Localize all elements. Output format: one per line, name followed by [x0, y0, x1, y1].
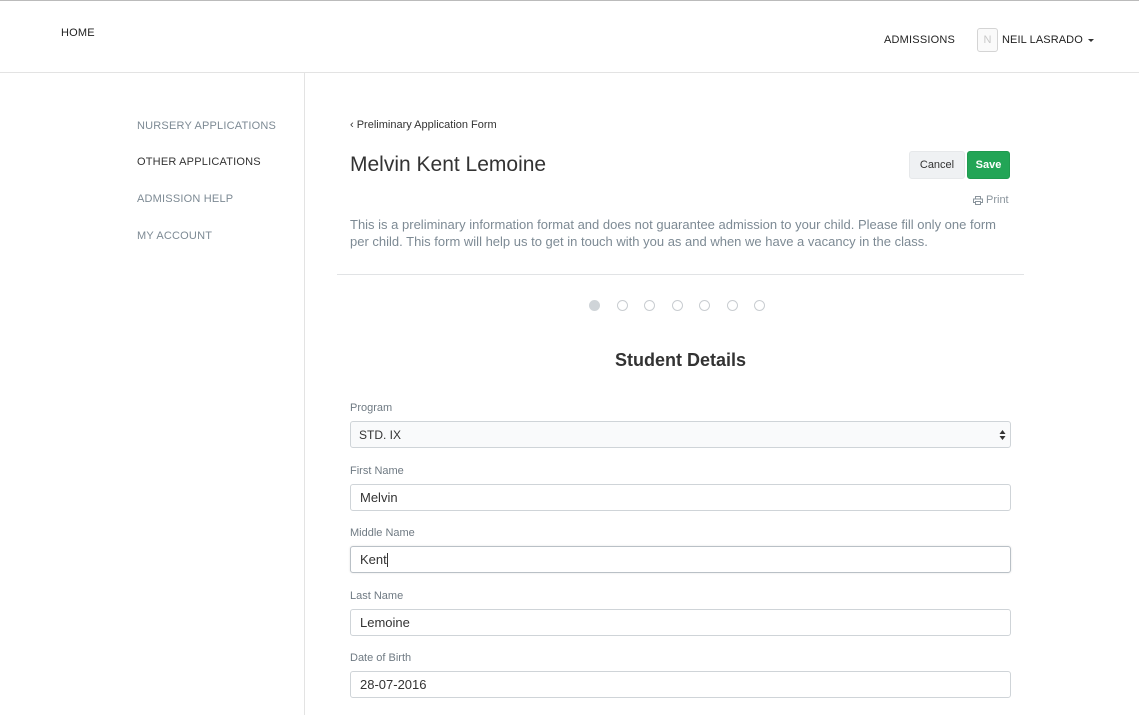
sidebar-item-my-account[interactable]: MY ACCOUNT	[137, 230, 212, 242]
middle-name-label: Middle Name	[350, 527, 415, 539]
last-name-value: Lemoine	[360, 615, 410, 630]
last-name-field[interactable]: Lemoine	[350, 609, 1011, 636]
print-link[interactable]: Print	[973, 194, 1009, 206]
step-dot[interactable]	[616, 300, 628, 311]
caret-down-icon	[1087, 39, 1094, 42]
program-label: Program	[350, 402, 393, 414]
top-navbar: HOME ADMISSIONS N NEIL LASRADO	[0, 0, 1139, 73]
dob-label: Date of Birth	[350, 652, 412, 664]
program-select[interactable]: STD. IX	[350, 421, 1011, 448]
page-title: Melvin Kent Lemoine	[350, 153, 547, 176]
sidebar-item-other-applications[interactable]: OTHER APPLICATIONS	[137, 156, 261, 168]
step-dot[interactable]	[644, 300, 655, 311]
nav-home-link[interactable]: HOME	[61, 27, 95, 39]
divider	[337, 274, 1024, 275]
print-label: Print	[986, 194, 1009, 206]
main-content: ‹ Preliminary Application Form Melvin Ke…	[306, 73, 1139, 715]
step-dot[interactable]	[754, 300, 765, 311]
first-name-value: Melvin	[360, 490, 398, 505]
avatar: N	[977, 28, 998, 52]
sidebar: NURSERY APPLICATIONS OTHER APPLICATIONS …	[0, 73, 305, 715]
select-arrows-icon	[999, 430, 1006, 440]
program-selected-value: STD. IX	[359, 427, 402, 442]
step-indicator	[589, 300, 782, 311]
sidebar-item-nursery-applications[interactable]: NURSERY APPLICATIONS	[137, 120, 276, 132]
user-menu-dropdown[interactable]: N NEIL LASRADO	[977, 28, 1094, 52]
first-name-label: First Name	[350, 465, 404, 477]
first-name-field[interactable]: Melvin	[350, 484, 1011, 511]
step-dot[interactable]	[726, 300, 738, 311]
sidebar-item-admission-help[interactable]: ADMISSION HELP	[137, 193, 233, 205]
user-name: NEIL LASRADO	[1002, 34, 1083, 46]
middle-name-field[interactable]: Kent	[350, 546, 1011, 573]
dob-field[interactable]: 28-07-2016	[350, 671, 1011, 698]
section-title: Student Details	[614, 350, 747, 370]
cancel-button[interactable]: Cancel	[909, 151, 965, 179]
step-dot[interactable]	[699, 300, 710, 311]
nav-admissions-link[interactable]: ADMISSIONS	[884, 34, 955, 46]
back-link[interactable]: ‹ Preliminary Application Form	[350, 119, 497, 131]
step-dot[interactable]	[589, 300, 600, 311]
last-name-label: Last Name	[350, 590, 404, 602]
step-dot[interactable]	[671, 300, 683, 311]
dob-value: 28-07-2016	[360, 677, 427, 692]
intro-text: This is a preliminary information format…	[350, 217, 996, 249]
middle-name-value: Kent	[360, 552, 387, 567]
printer-icon	[973, 195, 983, 205]
text-cursor	[386, 552, 388, 567]
save-button[interactable]: Save	[967, 151, 1010, 179]
